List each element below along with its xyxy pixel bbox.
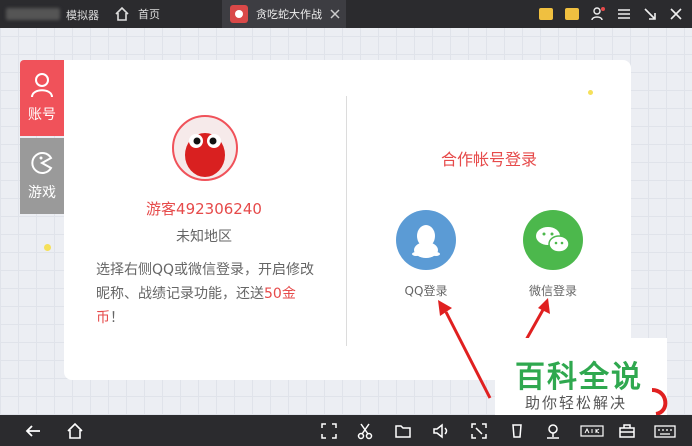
apk-icon[interactable] [580, 422, 604, 440]
watermark-title: 百科全说 [515, 360, 643, 395]
tab-game-label: 贪吃蛇大作战 [256, 8, 322, 21]
background-dot [588, 90, 593, 95]
tab-game[interactable]: 贪吃蛇大作战 [222, 0, 346, 28]
background-dot [44, 244, 51, 251]
home-icon[interactable] [66, 422, 84, 440]
app-name: 模拟器 [66, 9, 99, 22]
decorative-curl [651, 388, 668, 416]
qq-penguin-icon [412, 225, 440, 258]
username: 游客492306240 [146, 200, 262, 218]
watermark-subtitle: 助你轻松解决 [525, 394, 628, 412]
user-check-icon[interactable] [590, 6, 606, 22]
window-controls [538, 0, 684, 28]
login-description: 选择右侧QQ或微信登录，开启修改昵称、战绩记录功能，还送50金币！ [96, 262, 315, 326]
window-close-icon[interactable] [668, 6, 684, 22]
qq-login-button[interactable] [396, 210, 456, 270]
volume-icon[interactable] [432, 422, 450, 440]
back-icon[interactable] [24, 422, 42, 440]
folder-icon[interactable] [394, 422, 412, 440]
watermark: 百科全说 助你轻松解决 [495, 338, 667, 418]
app-logo [6, 8, 60, 20]
menu-icon[interactable] [616, 6, 632, 22]
sidebar-item-label: 账号 [28, 107, 56, 123]
game-tab-icon [230, 5, 248, 23]
tab-home-label: 首页 [138, 8, 160, 21]
qq-login-label[interactable]: QQ登录 [376, 282, 476, 299]
minimize-icon[interactable] [642, 6, 658, 22]
scissors-icon[interactable] [356, 422, 374, 440]
wechat-login-label[interactable]: 微信登录 [503, 282, 603, 299]
keyboard-icon[interactable] [654, 422, 676, 440]
divider [346, 96, 347, 346]
tab-home[interactable]: 首页 [114, 0, 160, 28]
pacman-icon [31, 152, 53, 174]
close-icon[interactable] [328, 7, 342, 21]
toolbox-icon[interactable] [618, 422, 636, 440]
wechat-icon [536, 227, 570, 253]
fullscreen-icon[interactable] [470, 422, 488, 440]
sidebar-item-account[interactable]: 账号 [20, 60, 64, 136]
bottom-toolbar [0, 415, 692, 446]
avatar [172, 115, 238, 181]
wechat-login-button[interactable] [523, 210, 583, 270]
login-panel: 游客492306240 未知地区 选择右侧QQ或微信登录，开启修改昵称、战绩记录… [64, 60, 631, 380]
screenshot-icon[interactable] [320, 422, 338, 440]
sidebar-item-label: 游戏 [28, 185, 56, 201]
home-icon [115, 6, 129, 21]
shake-icon[interactable] [508, 422, 526, 440]
gift-icon[interactable] [538, 6, 554, 22]
sidebar-item-game[interactable]: 游戏 [20, 138, 64, 214]
location-icon[interactable] [544, 422, 562, 440]
title-bar: 模拟器 首页 贪吃蛇大作战 [0, 0, 692, 28]
person-icon [31, 73, 53, 98]
partner-login-title: 合作帐号登录 [440, 150, 537, 169]
region-text: 未知地区 [176, 229, 232, 245]
gift-icon[interactable] [564, 6, 580, 22]
